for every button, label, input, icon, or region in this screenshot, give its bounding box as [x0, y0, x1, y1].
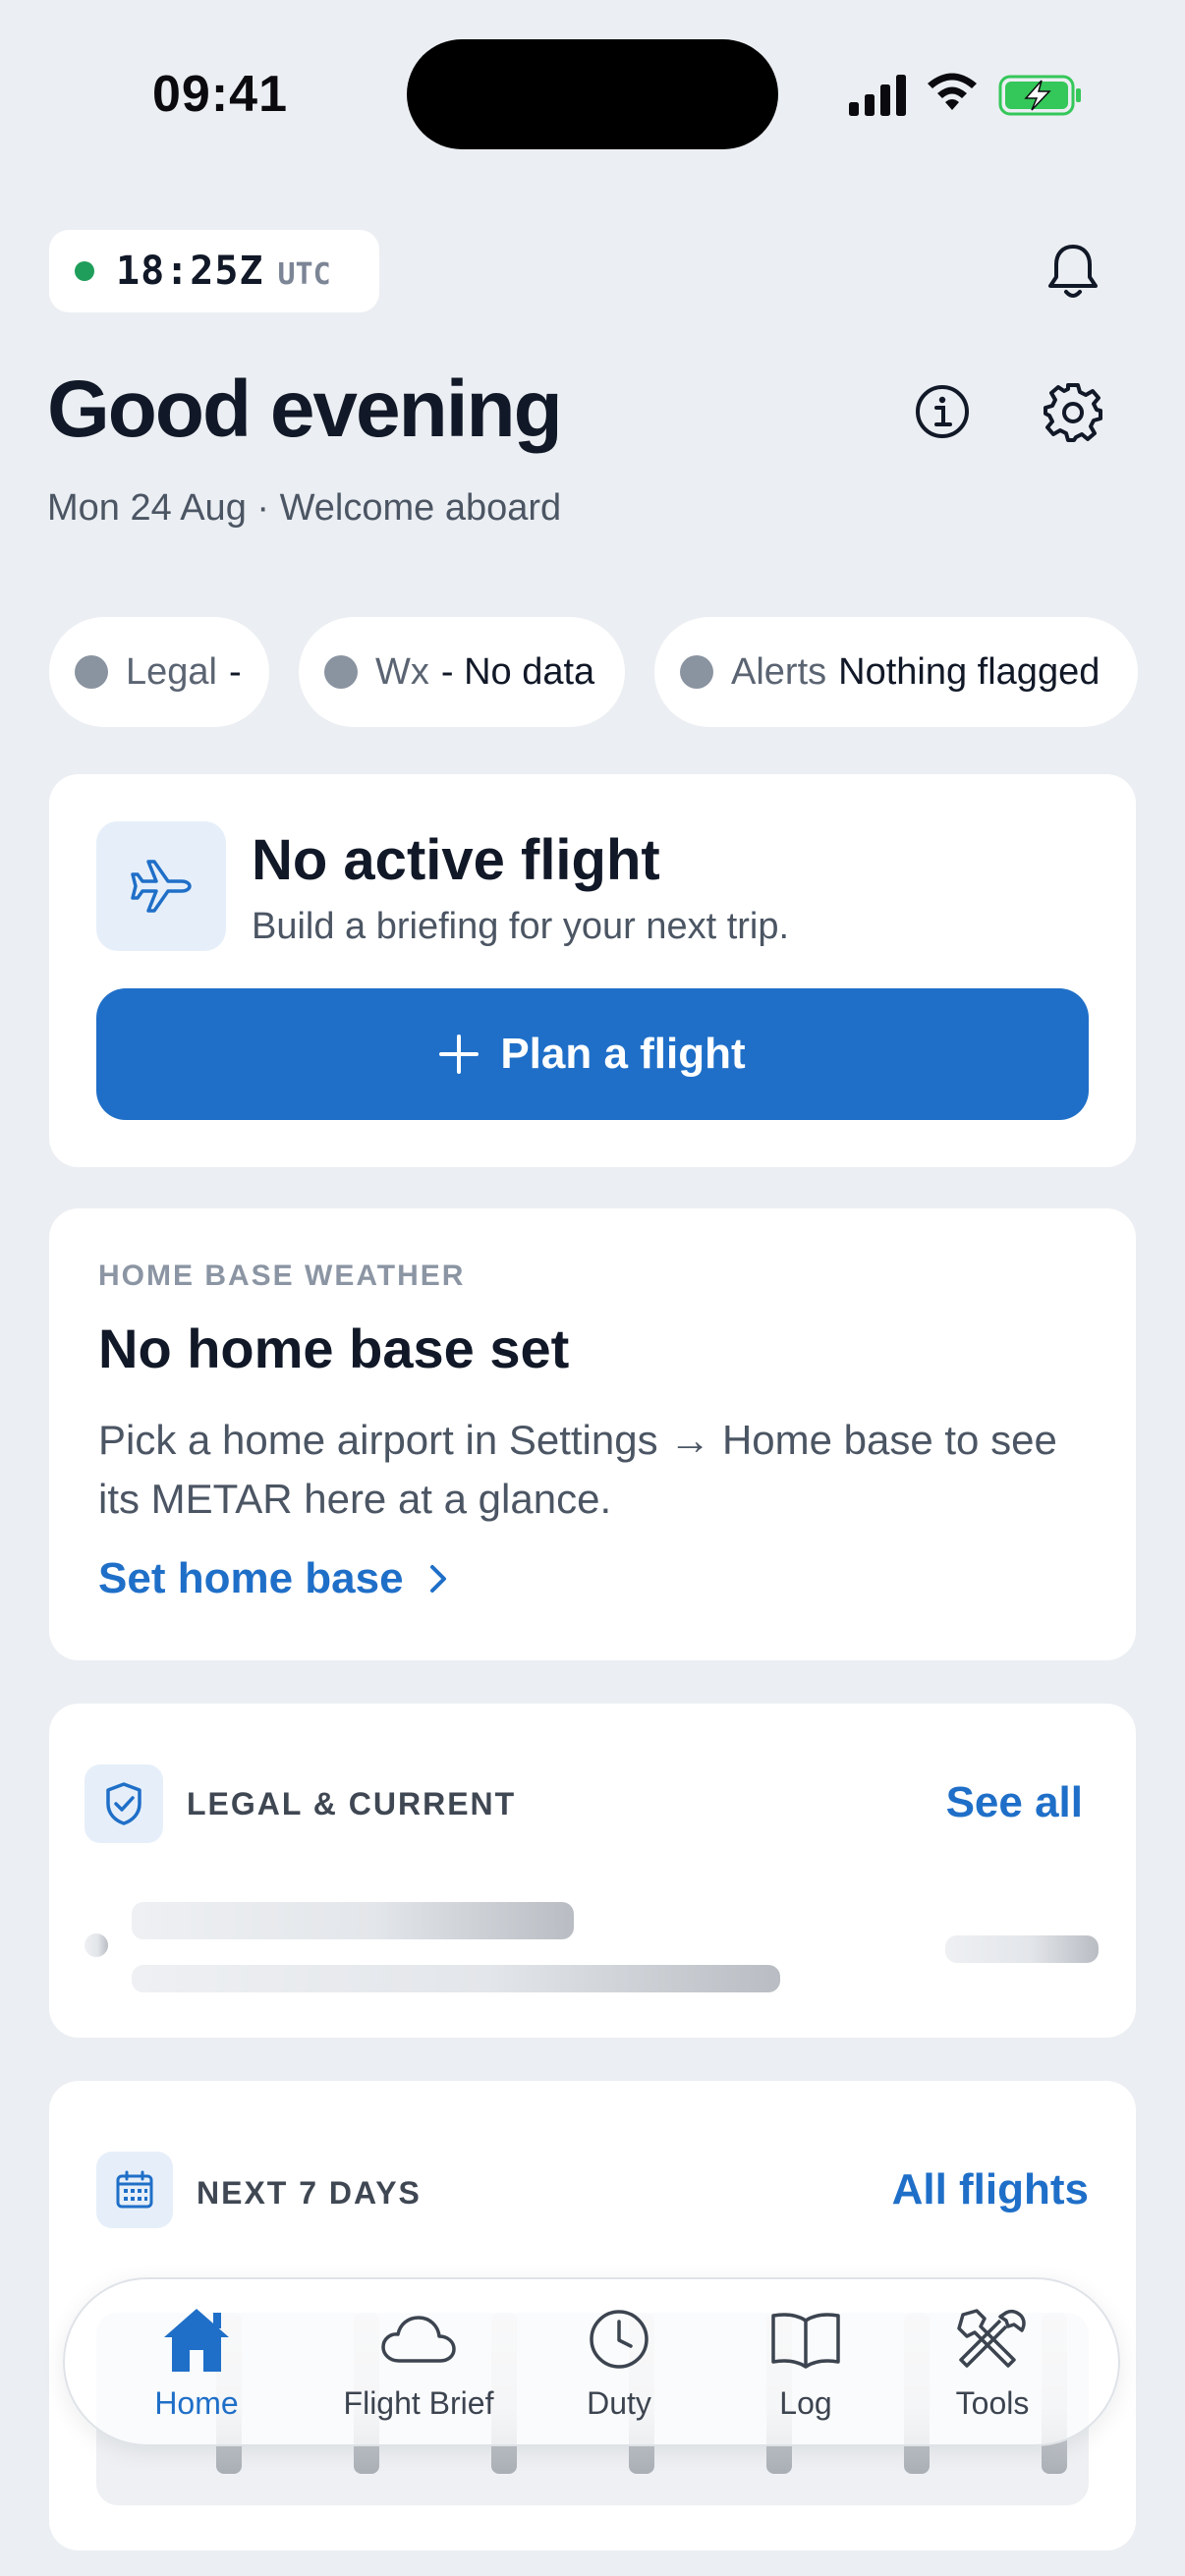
- tab-label: Tools: [955, 2385, 1030, 2421]
- status-bar: 09:41: [0, 0, 1185, 187]
- tab-tools[interactable]: Tools: [904, 2301, 1081, 2429]
- chip-alerts[interactable]: Alerts Nothing flagged: [654, 617, 1138, 727]
- legal-current-heading: LEGAL & CURRENT: [187, 1786, 517, 1821]
- utc-status-dot: [75, 261, 94, 281]
- weather-eyebrow: HOME BASE WEATHER: [98, 1260, 466, 1292]
- loading-skeleton-line: [945, 1935, 1099, 1963]
- set-home-base-link[interactable]: Set home base: [98, 1554, 449, 1603]
- tab-label: Log: [779, 2385, 832, 2421]
- plane-icon-tile: [96, 821, 226, 951]
- active-flight-card: No active flight Build a briefing for yo…: [49, 774, 1136, 1167]
- next-7-days-heading: NEXT 7 DAYS: [197, 2175, 422, 2211]
- header-separator: ·: [256, 487, 270, 529]
- status-time: 09:41: [152, 66, 288, 123]
- weather-body: Pick a home airport in Settings → Home b…: [98, 1417, 1057, 1522]
- book-icon: [771, 2313, 840, 2369]
- cloud-icon: [381, 2316, 456, 2363]
- dynamic-island: [407, 39, 778, 149]
- loading-skeleton-line: [132, 1902, 574, 1939]
- utc-time: 18:25Z: [116, 249, 264, 294]
- cellular-signal-icon: [849, 75, 906, 116]
- chevron-right-icon: [427, 1562, 449, 1596]
- settings-button[interactable]: [1034, 373, 1112, 452]
- loading-skeleton-dot: [85, 1933, 108, 1957]
- home-icon: [164, 2309, 229, 2372]
- tab-label: Duty: [587, 2385, 651, 2421]
- bottom-tab-bar: Home Flight Brief Duty Log Tools: [63, 2277, 1120, 2446]
- notifications-button[interactable]: [1038, 236, 1108, 307]
- utc-label: UTC: [277, 256, 331, 292]
- info-icon: [916, 385, 969, 438]
- chip-label: Alerts: [731, 650, 827, 693]
- info-button[interactable]: [904, 373, 981, 450]
- tab-label: Home: [154, 2385, 239, 2421]
- active-flight-title: No active flight: [252, 828, 660, 892]
- all-flights-link[interactable]: All flights: [892, 2165, 1089, 2214]
- chip-status-dot: [75, 655, 108, 689]
- airplane-icon: [131, 860, 192, 913]
- tools-icon: [957, 2309, 1026, 2368]
- home-base-weather-card: HOME BASE WEATHER No home base set Pick …: [49, 1208, 1136, 1660]
- loading-skeleton-line: [132, 1965, 780, 1992]
- calendar-icon-tile: [96, 2152, 173, 2228]
- chip-status-dot: [680, 655, 713, 689]
- chip-label: Legal: [126, 650, 217, 693]
- shield-icon-tile: [85, 1764, 163, 1843]
- header-date: Mon 24 Aug: [47, 487, 247, 529]
- weather-title: No home base set: [98, 1317, 570, 1379]
- plan-flight-button[interactable]: Plan a flight: [96, 988, 1089, 1120]
- gear-icon: [1044, 383, 1102, 442]
- calendar-icon: [116, 2170, 153, 2209]
- wifi-icon: [928, 73, 977, 110]
- greeting-title: Good evening: [47, 364, 563, 454]
- tab-label: Flight Brief: [343, 2385, 494, 2421]
- tab-flight-brief[interactable]: Flight Brief: [320, 2301, 517, 2429]
- chip-legal[interactable]: Legal -: [49, 617, 269, 727]
- legal-current-card: LEGAL & CURRENT See all: [49, 1704, 1136, 2038]
- set-home-base-label: Set home base: [98, 1554, 404, 1602]
- plan-flight-label: Plan a flight: [500, 1030, 746, 1078]
- tab-duty[interactable]: Duty: [531, 2301, 707, 2429]
- see-all-link[interactable]: See all: [946, 1778, 1083, 1827]
- chip-status-dot: [324, 655, 358, 689]
- chip-value: -: [228, 650, 242, 693]
- chip-label: Wx: [375, 650, 429, 693]
- clock-icon: [590, 2310, 649, 2369]
- bell-icon: [1048, 245, 1098, 298]
- chip-wx[interactable]: Wx - No data: [299, 617, 625, 727]
- tab-home[interactable]: Home: [108, 2301, 285, 2429]
- tab-log[interactable]: Log: [717, 2301, 894, 2429]
- header-subtitle: Mon 24 Aug · Welcome aboard: [47, 487, 561, 530]
- header-welcome: Welcome aboard: [279, 487, 562, 529]
- plus-icon: [439, 1035, 480, 1074]
- active-flight-subtitle: Build a briefing for your next trip.: [252, 906, 790, 947]
- battery-charging-icon: [998, 75, 1081, 116]
- chip-value: Nothing flagged: [838, 650, 1100, 693]
- shield-check-icon: [106, 1782, 141, 1825]
- chip-value: - No data: [440, 650, 595, 693]
- utc-clock: 18:25Z UTC: [49, 230, 379, 312]
